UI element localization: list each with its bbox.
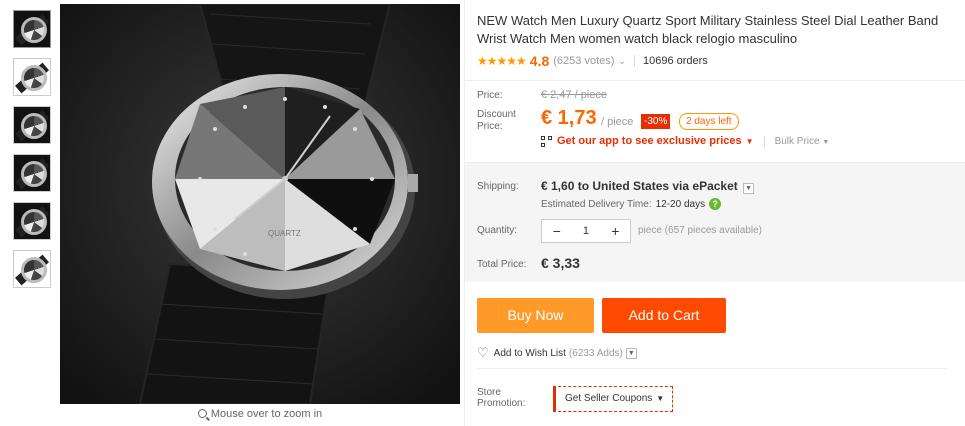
discount-badge: -30% — [641, 114, 671, 129]
rating-stars-icon: ★★★★★ — [477, 54, 527, 68]
store-promotion-label-line1: Store — [477, 387, 501, 398]
watch-image: QUARTZ — [60, 4, 460, 404]
product-info: NEW Watch Men Luxury Quartz Sport Milita… — [477, 12, 957, 69]
shipping-section: Shipping: € 1,60 to United States via eP… — [465, 162, 965, 282]
product-title: NEW Watch Men Luxury Quartz Sport Milita… — [477, 13, 939, 46]
total-label: Total Price: — [477, 259, 527, 270]
thumbnail-5[interactable] — [13, 202, 51, 240]
zoom-hint-text: Mouse over to zoom in — [210, 408, 323, 420]
seller-coupons-button[interactable]: Get Seller Coupons ▼ — [553, 386, 673, 412]
app-promo-row: Get our app to see exclusive prices ▼ Bu… — [541, 135, 829, 147]
time-left-badge: 2 days left — [679, 113, 739, 130]
store-promotion-label-line2: Promotion: — [477, 398, 526, 409]
delivery-label: Estimated Delivery Time: — [541, 198, 652, 210]
bulk-price-link[interactable]: Bulk Price ▼ — [763, 135, 830, 147]
shipping-label: Shipping: — [477, 181, 519, 192]
thumbnail-4[interactable] — [13, 154, 51, 192]
minus-button[interactable]: − — [542, 223, 571, 239]
rating-votes[interactable]: (6253 votes) — [553, 55, 614, 67]
caret-down-icon: ▼ — [822, 138, 830, 146]
buy-now-button[interactable]: Buy Now — [477, 298, 594, 333]
bulk-price-label: Bulk Price — [774, 135, 820, 147]
order-count: 10696 orders — [642, 55, 708, 67]
magnifier-icon — [197, 409, 207, 418]
rating-row: ★★★★★ 4.8 (6253 votes) ⌄ 10696 orders — [477, 53, 957, 69]
chevron-down-icon[interactable]: ⌄ — [618, 56, 626, 67]
price-section: Price: € 2,47 / piece Discount Price: € … — [465, 80, 965, 162]
heart-icon[interactable]: ♡ — [477, 345, 489, 361]
thumbnail-list — [13, 10, 53, 298]
caret-down-icon: ▼ — [656, 394, 665, 403]
delivery-estimate: Estimated Delivery Time: 12-20 days ? — [541, 198, 722, 210]
thumbnail-2[interactable] — [13, 58, 51, 96]
divider — [477, 368, 947, 369]
qr-code-icon — [541, 135, 552, 147]
seller-coupons-label: Get Seller Coupons — [565, 393, 653, 404]
caret-down-icon[interactable]: ▼ — [746, 137, 754, 146]
total-price: € 3,33 — [541, 255, 580, 271]
thumbnail-3[interactable] — [13, 106, 51, 144]
availability-text: piece (657 pieces available) — [638, 225, 762, 236]
wish-count: (6233 Adds) — [568, 347, 623, 359]
discount-label-line1: Discount — [477, 109, 516, 120]
delivery-days: 12-20 days — [655, 198, 706, 210]
store-promotion-label: Store Promotion: — [477, 387, 525, 409]
zoom-hint: Mouse over to zoom in — [60, 408, 460, 420]
discount-price: € 1,73 — [541, 107, 597, 129]
add-to-cart-button[interactable]: Add to Cart — [602, 298, 726, 333]
chevron-down-icon[interactable]: ▼ — [743, 183, 755, 194]
help-icon[interactable]: ? — [709, 198, 722, 210]
app-promo-link[interactable]: Get our app to see exclusive prices — [557, 135, 742, 147]
product-image-viewer[interactable]: QUARTZ — [60, 4, 460, 404]
thumbnail-6[interactable] — [13, 250, 51, 288]
dial-brand-text: QUARTZ — [268, 229, 301, 238]
rating-score: 4.8 — [529, 53, 550, 69]
quantity-stepper: − 1 + — [541, 219, 631, 243]
discount-label-line2: Price: — [477, 121, 503, 132]
plus-button[interactable]: + — [601, 223, 630, 239]
original-price: € 2,47 / piece — [541, 89, 608, 101]
wish-list-link[interactable]: Add to Wish List — [494, 348, 566, 359]
shipping-text: € 1,60 to United States via ePacket — [541, 179, 738, 193]
quantity-input[interactable]: 1 — [571, 225, 600, 237]
wish-list-row[interactable]: ♡ Add to Wish List (6233 Adds) ▼ — [477, 345, 637, 361]
per-unit: / piece — [601, 116, 634, 128]
separator — [633, 55, 635, 67]
chevron-down-icon[interactable]: ▼ — [625, 347, 637, 359]
price-label: Price: — [477, 90, 503, 101]
thumbnail-1[interactable] — [13, 10, 51, 48]
shipping-value[interactable]: € 1,60 to United States via ePacket ▼ — [541, 179, 755, 194]
quantity-label: Quantity: — [477, 225, 518, 236]
